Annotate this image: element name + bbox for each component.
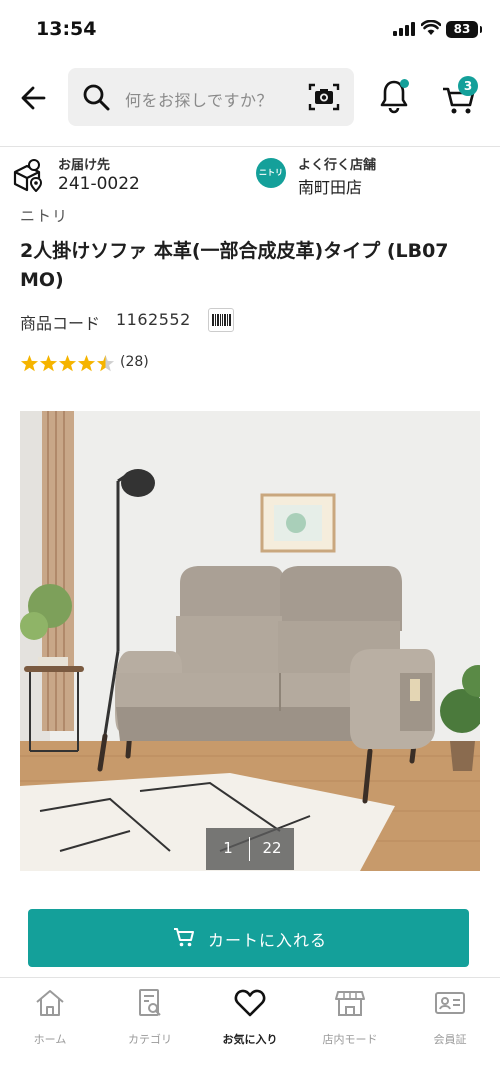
notification-button[interactable]	[378, 78, 410, 114]
member-card-icon	[435, 992, 465, 1014]
status-time: 13:54	[36, 18, 97, 40]
store-mode-icon	[335, 991, 365, 1016]
nav-member-card-label: 会員証	[433, 1033, 467, 1046]
store-name: 南町田店	[298, 178, 363, 197]
notification-dot	[400, 79, 409, 88]
review-count: (28)	[120, 354, 149, 370]
nav-home-label: ホーム	[33, 1033, 67, 1046]
status-bar: 13:54 83	[0, 0, 500, 60]
app-header: 何をお探しですか？ 3	[0, 60, 500, 140]
search-icon	[83, 84, 110, 111]
nav-home[interactable]: ホーム	[0, 988, 100, 1048]
nav-member-card[interactable]: 会員証	[400, 988, 500, 1048]
nav-category[interactable]: カテゴリ	[100, 988, 200, 1048]
nav-category-label: カテゴリ	[128, 1033, 172, 1046]
star-icon	[58, 355, 77, 372]
bottom-nav: ホーム カテゴリ お気に入り 店内モード 会員証	[0, 978, 500, 1080]
search-placeholder: 何をお探しですか？	[125, 91, 274, 110]
add-to-cart-label: カートに入れる	[208, 931, 328, 950]
back-arrow-icon[interactable]	[16, 80, 52, 116]
favorite-store[interactable]: ニトリ よく行く店舗 南町田店	[256, 152, 486, 197]
delivery-label: お届け先	[58, 158, 111, 173]
product-code-label: 商品コード	[20, 314, 101, 333]
header-divider	[0, 146, 500, 147]
product-image[interactable]	[20, 411, 480, 871]
product-brand[interactable]: ニトリ	[20, 205, 68, 226]
delivery-address[interactable]: お届け先 241-0022	[12, 152, 232, 196]
cart-icon	[174, 928, 194, 947]
product-code: 1162552	[116, 310, 191, 329]
category-icon	[139, 989, 161, 1016]
sofa-photo	[20, 411, 480, 871]
nav-store-mode[interactable]: 店内モード	[300, 988, 400, 1048]
cart-count-badge: 3	[458, 76, 478, 96]
wifi-icon	[421, 20, 441, 35]
camera-search-icon[interactable]	[308, 82, 340, 112]
nitori-logo: ニトリ	[256, 158, 286, 188]
rating-stars	[20, 355, 115, 372]
product-title: 2人掛けソファ 本革(一部合成皮革)タイプ (LB07 MO)	[20, 240, 449, 291]
star-icon	[39, 355, 58, 372]
nav-favorites-label: お気に入り	[222, 1033, 278, 1046]
delivery-box-icon	[13, 159, 43, 192]
add-to-cart-button[interactable]: カートに入れる	[28, 909, 469, 967]
star-icon	[77, 355, 96, 372]
home-icon	[36, 990, 64, 1016]
nav-store-mode-label: 店内モード	[322, 1033, 378, 1046]
signal-icon	[393, 22, 417, 36]
search-input[interactable]: 何をお探しですか？	[68, 68, 354, 126]
star-icon	[96, 355, 115, 372]
pager-current: 1	[223, 839, 233, 857]
image-pager: 1 22	[206, 828, 294, 870]
cart-button[interactable]: 3	[440, 76, 480, 114]
battery-icon: 83	[446, 21, 482, 38]
star-icon	[20, 355, 39, 372]
nav-favorites[interactable]: お気に入り	[200, 988, 300, 1048]
barcode-icon[interactable]	[208, 308, 234, 332]
delivery-postal-code: 241-0022	[58, 174, 140, 194]
heart-icon	[234, 989, 266, 1017]
pager-total: 22	[262, 839, 282, 857]
store-label: よく行く店舗	[298, 158, 377, 173]
